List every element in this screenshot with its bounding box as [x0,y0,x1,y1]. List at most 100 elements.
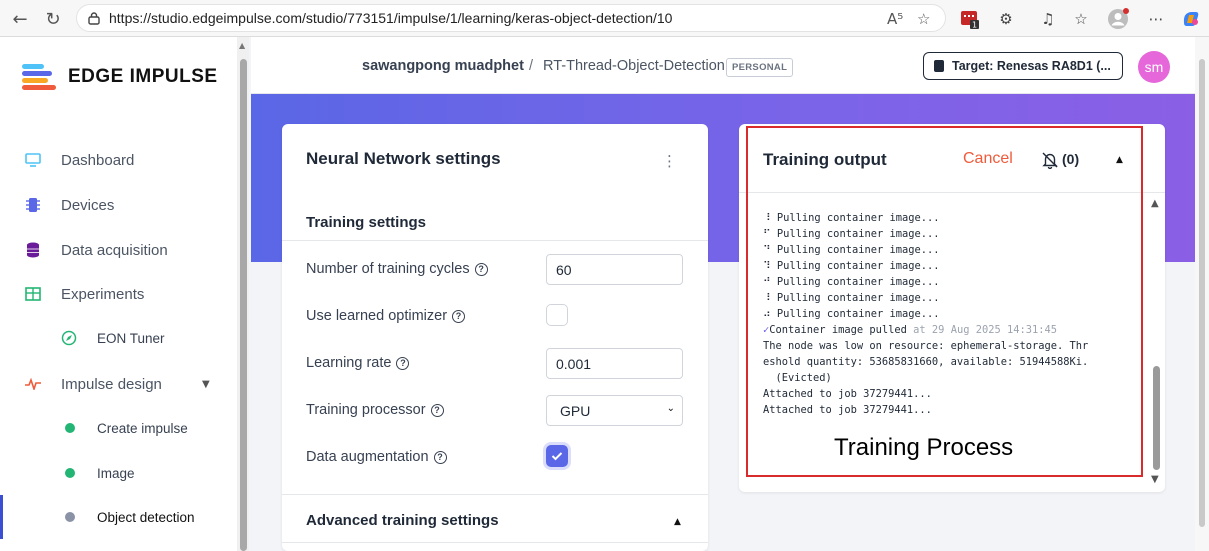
data-augmentation-label-text: Data augmentation [306,449,429,465]
sidebar-scrollbar[interactable]: ▲ [237,37,249,551]
sidebar-item-image[interactable]: Image [0,451,237,495]
sidebar-item-object-detection[interactable]: Object detection [0,495,237,539]
chevron-up-icon[interactable]: ▲ [674,517,681,527]
more-menu-icon[interactable]: ⋯ [1144,7,1168,31]
learned-optimizer-label: Use learned optimizer ? [306,308,466,324]
nn-settings-card: Neural Network settings ⋮ Training setti… [282,124,708,551]
training-cycles-label-text: Number of training cycles [306,261,470,277]
divider [282,542,708,543]
browser-toolbar: ← ↻ https://studio.edgeimpulse.com/studi… [0,0,1209,37]
sidebar-item-label: Data acquisition [61,241,168,259]
sidebar-item-label: Create impulse [97,420,188,436]
sidebar-item-label: Object detection [97,509,195,525]
read-aloud-icon[interactable]: A⁵ [887,10,903,28]
sidebar-item-impulse-design[interactable]: Impulse design ▼ [0,362,237,406]
extensions-icon[interactable]: ⚙ [994,7,1018,31]
favorite-star-icon[interactable]: ☆ [917,10,930,28]
learning-rate-label-text: Learning rate [306,355,392,371]
target-label: Target: Renesas RA8D1 (... [952,59,1111,73]
profile-icon[interactable] [1106,7,1130,31]
help-icon[interactable]: ? [430,403,444,417]
database-icon [24,241,42,259]
training-processor-value: GPU [560,402,591,419]
help-icon[interactable]: ? [396,356,410,370]
training-processor-label: Training processor ? [306,402,444,418]
logo-mark-icon [22,64,56,90]
breadcrumb-user[interactable]: sawangpong muadphet [362,58,524,74]
sidebar-item-label: Dashboard [61,151,135,169]
lock-icon [87,11,101,25]
scroll-up-icon[interactable]: ▲ [1151,198,1159,209]
divider [282,494,708,495]
training-cycles-input[interactable]: 60 [546,254,683,285]
scroll-down-icon[interactable]: ▼ [1151,474,1159,485]
help-icon[interactable]: ? [474,262,488,276]
help-icon[interactable]: ? [452,309,466,323]
table-icon [24,285,42,303]
learned-optimizer-label-text: Use learned optimizer [306,308,448,324]
logo-text: EDGE IMPULSE [68,66,218,87]
edge-impulse-logo[interactable]: EDGE IMPULSE [22,63,218,91]
scroll-up-icon[interactable]: ▲ [239,41,245,50]
sidebar-item-label: Experiments [61,285,145,303]
sidebar-item-label: Image [97,465,135,481]
dot-icon [65,468,75,478]
project-header: sawangpong muadphet / RT-Thread-Object-D… [251,37,1195,94]
copilot-icon[interactable] [1179,7,1203,31]
sidebar-item-data-acquisition[interactable]: Data acquisition [0,228,237,272]
chevron-down-icon: ⌄ [666,403,675,414]
media-icon[interactable]: ♫ [1036,7,1060,31]
extension-badge-count: 1 [972,21,977,30]
breadcrumb-separator: / [529,58,534,74]
compass-icon [60,329,78,347]
data-augmentation-checkbox[interactable] [546,445,568,467]
avatar[interactable]: sm [1138,51,1170,83]
page-scrollbar[interactable] [1195,37,1209,551]
target-device-button[interactable]: Target: Renesas RA8D1 (... [923,52,1123,80]
dot-icon [65,423,75,433]
learning-rate-label: Learning rate ? [306,355,410,371]
back-icon[interactable]: ← [8,7,32,31]
sidebar-item-eon-tuner[interactable]: EON Tuner [0,316,237,360]
sidebar-item-label: Devices [61,196,115,214]
chip-icon [24,196,42,214]
training-processor-label-text: Training processor [306,402,426,418]
active-indicator [0,495,3,539]
scrollbar-thumb[interactable] [1153,366,1160,470]
divider [282,240,708,241]
card-title: Neural Network settings [306,149,501,168]
extension-badge-icon[interactable]: 1 [958,7,982,31]
training-cycles-label: Number of training cycles ? [306,261,488,277]
sidebar-item-dashboard[interactable]: Dashboard [0,138,237,182]
help-icon[interactable]: ? [433,450,447,464]
kebab-menu-icon[interactable]: ⋮ [662,152,677,170]
log-scrollbar[interactable]: ▲ ▼ [1150,196,1162,490]
chevron-down-icon[interactable]: ▼ [202,379,210,390]
training-processor-select[interactable]: GPU ⌄ [546,395,683,426]
training-settings-heading: Training settings [306,214,427,231]
chip-icon [934,60,944,72]
scrollbar-thumb[interactable] [240,59,247,551]
sidebar-item-devices[interactable]: Devices [0,183,237,227]
learned-optimizer-checkbox[interactable] [546,304,568,326]
advanced-settings-heading[interactable]: Advanced training settings [306,512,499,529]
learning-rate-input[interactable]: 0.001 [546,348,683,379]
sidebar-item-label: Impulse design [61,375,162,393]
personal-badge: PERSONAL [726,58,794,77]
highlight-box [746,126,1143,477]
dot-icon [65,512,75,522]
address-bar[interactable]: https://studio.edgeimpulse.com/studio/77… [76,4,946,32]
favorites-icon[interactable]: ☆ [1069,7,1093,31]
reload-icon[interactable]: ↻ [41,7,65,31]
data-augmentation-label: Data augmentation ? [306,449,447,465]
sidebar-item-create-impulse[interactable]: Create impulse [0,406,237,450]
sidebar-item-label: EON Tuner [97,330,165,346]
monitor-icon [24,151,42,169]
url-text: https://studio.edgeimpulse.com/studio/77… [109,10,673,26]
scrollbar-thumb[interactable] [1199,59,1205,527]
sidebar-item-experiments[interactable]: Experiments [0,272,237,316]
annotation-label: Training Process [834,434,1014,461]
breadcrumb-project[interactable]: RT-Thread-Object-Detection [543,58,725,74]
check-icon [551,452,563,461]
pulse-icon [24,375,42,393]
